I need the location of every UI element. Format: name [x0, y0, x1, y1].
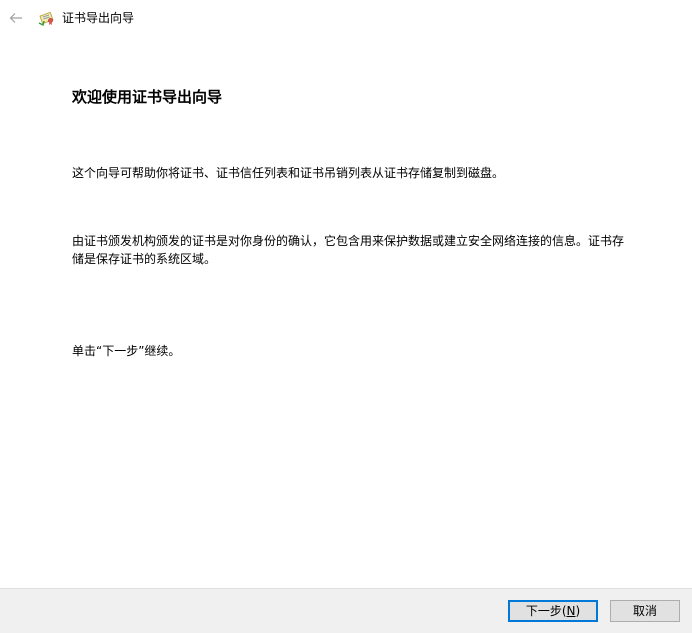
cancel-button[interactable]: 取消 [610, 600, 680, 622]
next-button[interactable]: 下一步(N) [508, 600, 598, 622]
window-title: 证书导出向导 [62, 11, 135, 25]
certificate-icon [38, 11, 54, 27]
page-title: 欢迎使用证书导出向导 [72, 88, 223, 106]
button-bar: 下一步(N) 取消 [0, 588, 692, 633]
certificate-export-wizard-window: 证书导出向导 欢迎使用证书导出向导 这个向导可帮助你将证书、证书信任列表和证书吊… [0, 0, 692, 633]
back-button[interactable] [6, 8, 26, 28]
next-label-suffix: ) [575, 604, 581, 618]
next-label-prefix: 下一步( [525, 604, 567, 618]
intro-paragraph: 这个向导可帮助你将证书、证书信任列表和证书吊销列表从证书存储复制到磁盘。 [72, 166, 505, 180]
arrow-left-icon [9, 13, 22, 23]
title-bar: 证书导出向导 [0, 0, 692, 36]
description-paragraph: 由证书颁发机构颁发的证书是对你身份的确认，它包含用来保护数据或建立安全网络连接的… [72, 234, 625, 266]
wizard-content: 欢迎使用证书导出向导 [72, 86, 632, 108]
continue-instruction: 单击“下一步”继续。 [72, 344, 181, 358]
